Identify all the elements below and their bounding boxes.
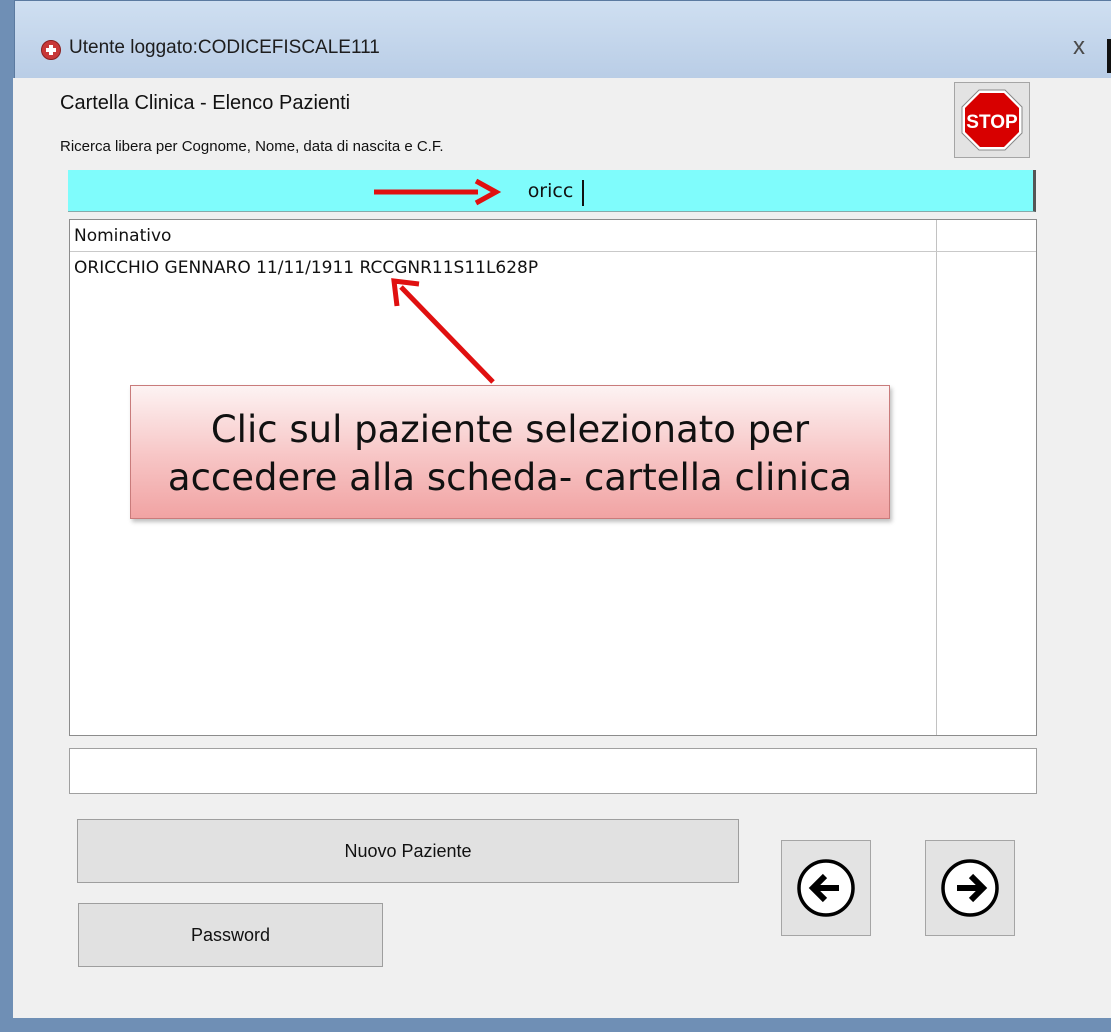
window-bottom-border [13,1018,1111,1032]
callout-text-line2: accedere alla scheda- cartella clinica [167,456,853,499]
password-button[interactable]: Password [78,903,383,967]
column-header-nominativo[interactable]: Nominativo [74,226,171,246]
back-button[interactable] [781,840,871,936]
header-divider [70,251,1036,252]
patient-row[interactable]: ORICCHIO GENNARO 11/11/1911 RCCGNR11S11L… [74,258,538,278]
callout-text-line1: Clic sul paziente selezionato per [210,408,810,451]
app-window: Utente loggato:CODICEFISCALE111 x Cartel… [0,0,1111,1032]
stop-sign-icon: STOP [961,89,1023,151]
column-divider [936,220,937,735]
forward-button[interactable] [925,840,1015,936]
text-caret [582,180,584,206]
search-input[interactable] [68,170,1036,212]
arrow-left-icon [797,859,855,917]
search-hint: Ricerca libera per Cognome, Nome, data d… [60,138,444,155]
app-icon [41,40,61,60]
window-edge [1107,39,1111,73]
title-bar: Utente loggato:CODICEFISCALE111 x [15,1,1111,79]
close-button[interactable]: x [1073,33,1085,61]
stop-button[interactable]: STOP [954,82,1030,158]
arrow-right-icon [941,859,999,917]
svg-text:STOP: STOP [966,112,1018,133]
status-field[interactable] [69,748,1037,794]
annotation-callout: Clic sul paziente selezionato per accede… [130,385,890,519]
page-title: Cartella Clinica - Elenco Pazienti [60,92,351,114]
window-title: Utente loggato:CODICEFISCALE111 [69,37,380,58]
new-patient-button[interactable]: Nuovo Paziente [77,819,739,883]
